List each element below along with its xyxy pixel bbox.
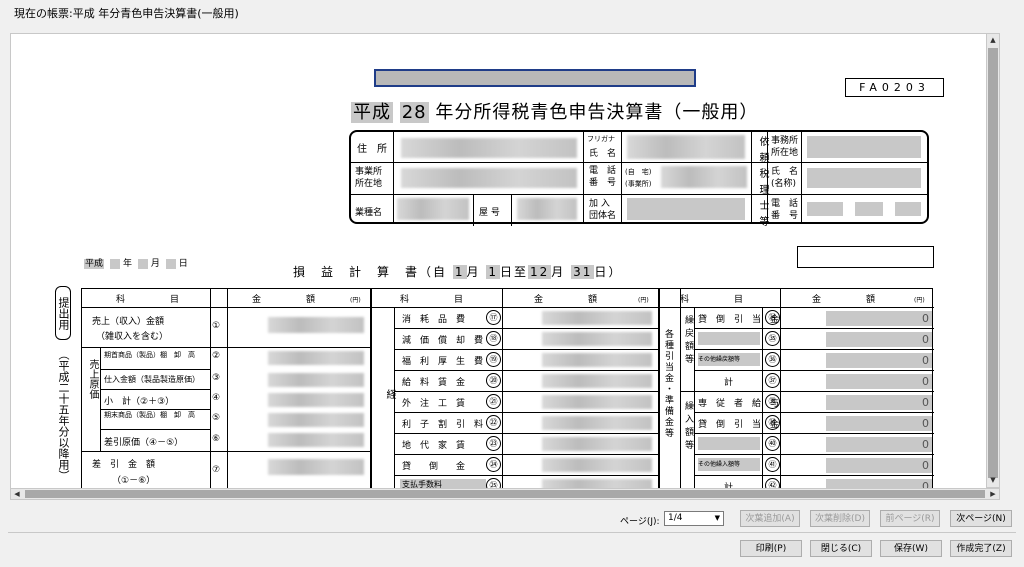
ta-phone-label: 電 話 番 号 bbox=[771, 199, 799, 221]
print-button[interactable]: 印刷(P) bbox=[740, 540, 802, 557]
cost-of-sales[interactable] bbox=[268, 433, 364, 447]
opening-inventory[interactable] bbox=[268, 351, 364, 365]
name-value[interactable] bbox=[627, 135, 745, 159]
header-amount-1: 金 額 bbox=[252, 295, 316, 305]
empty-box[interactable] bbox=[797, 246, 934, 268]
scroll-down-icon[interactable]: ▼ bbox=[987, 474, 999, 487]
row-1-sub: （雑収入を含む） bbox=[96, 332, 169, 342]
reserves-group: 各種引当金・準備金等 bbox=[663, 329, 673, 439]
title-text: 年分所得税青色申告決算書（一般用） bbox=[435, 102, 759, 123]
top-input-field[interactable] bbox=[374, 69, 696, 87]
vertical-scroll-thumb[interactable] bbox=[988, 48, 998, 478]
finish-button[interactable]: 作成完了(Z) bbox=[950, 540, 1012, 557]
ta-name-value[interactable] bbox=[807, 168, 921, 188]
footer-bar: ページ(J): 1/4 ▼ 次葉追加(A) 次葉削除(D) 前ページ(R) 次ペ… bbox=[0, 500, 1024, 567]
ta-office-label: 事務所 所在地 bbox=[771, 136, 799, 158]
title-era[interactable]: 平成 bbox=[351, 102, 393, 123]
shop-name-value[interactable] bbox=[517, 198, 577, 220]
delete-page-button[interactable]: 次葉削除(D) bbox=[810, 510, 870, 527]
form-viewport[interactable]: FA0203 平成 28 年分所得税青色申告決算書（一般用） 住 所 事業所 所… bbox=[10, 33, 988, 490]
phone-label: 電 話 番 号 bbox=[589, 166, 617, 188]
taxpayer-info-box: 住 所 事業所 所在地 業種名 屋 号 フリガナ 氏 名 電 話 番 号 (自 … bbox=[349, 130, 929, 232]
phone-value[interactable] bbox=[661, 166, 747, 188]
address-value[interactable] bbox=[401, 138, 577, 158]
horizontal-scrollbar[interactable]: ◀ ▶ bbox=[10, 488, 1000, 500]
subtotal[interactable] bbox=[268, 393, 364, 407]
office-address-value[interactable] bbox=[401, 168, 577, 188]
scroll-right-icon[interactable]: ▶ bbox=[987, 489, 999, 499]
gross-profit[interactable] bbox=[268, 459, 364, 475]
shop-name-label: 屋 号 bbox=[479, 208, 500, 218]
header-amount-2: 金 額 bbox=[534, 295, 598, 305]
filing-date: 平成年 月 日 bbox=[84, 258, 188, 269]
page-label: ページ(J): bbox=[620, 517, 660, 527]
next-page-button[interactable]: 次ページ(N) bbox=[950, 510, 1012, 527]
header-item-3: 科 目 bbox=[680, 295, 744, 305]
row-1-label: 売上（収入）金額 bbox=[92, 317, 165, 327]
scroll-up-icon[interactable]: ▲ bbox=[987, 34, 999, 47]
form-title: 平成 28 年分所得税青色申告決算書（一般用） bbox=[351, 98, 758, 124]
tax-accountant-label: 依頼税理士等 bbox=[757, 136, 768, 232]
title-year[interactable]: 28 bbox=[399, 102, 429, 123]
page-select[interactable]: 1/4 ▼ bbox=[664, 511, 724, 526]
association-label: 加 入 団体名 bbox=[589, 199, 617, 221]
vertical-scrollbar[interactable]: ▲ ▼ bbox=[986, 33, 1000, 488]
horizontal-scroll-thumb[interactable] bbox=[25, 490, 985, 498]
save-button[interactable]: 保存(W) bbox=[880, 540, 942, 557]
scroll-left-icon[interactable]: ◀ bbox=[11, 489, 23, 499]
prev-page-button[interactable]: 前ページ(R) bbox=[880, 510, 940, 527]
ta-phone-2[interactable] bbox=[855, 202, 883, 216]
ta-name-label: 氏 名 (名称) bbox=[771, 167, 799, 189]
association-value[interactable] bbox=[627, 198, 745, 220]
business-type-value[interactable] bbox=[397, 198, 469, 220]
pl-table: 科 目 金 額 (円) 科 目 金 額 (円) 科 目 金 額 (円) 売上原価… bbox=[81, 288, 934, 489]
furigana-label: フリガナ bbox=[587, 135, 615, 143]
form-code: FA0203 bbox=[845, 78, 944, 97]
header-amount-3: 金 額 bbox=[812, 295, 876, 305]
chevron-down-icon: ▼ bbox=[714, 514, 720, 522]
home-phone-label: (自 宅) bbox=[625, 168, 652, 176]
purchases[interactable] bbox=[268, 373, 364, 387]
close-button[interactable]: 閉じる(C) bbox=[810, 540, 872, 557]
office-phone-label: (事業所) bbox=[625, 180, 652, 188]
business-type-label: 業種名 bbox=[355, 208, 383, 218]
window-title: 現在の帳票:平成 年分青色申告決算書(一般用) bbox=[14, 7, 239, 20]
address-label: 住 所 bbox=[357, 144, 387, 155]
header-item-2: 科 目 bbox=[400, 295, 464, 305]
ta-office-value[interactable] bbox=[807, 136, 921, 158]
name-label: 氏 名 bbox=[589, 149, 617, 159]
cost-of-sales-group: 売上原価 bbox=[87, 359, 98, 399]
header-item-1: 科 目 bbox=[116, 295, 180, 305]
version-note: （平成二十五年分以降用） bbox=[57, 349, 70, 481]
submit-copy-label: 提出用 bbox=[55, 286, 71, 340]
add-page-button[interactable]: 次葉追加(A) bbox=[740, 510, 800, 527]
sales-amount[interactable] bbox=[268, 317, 364, 333]
ta-phone-3[interactable] bbox=[895, 202, 921, 216]
pl-title: 損 益 計 算 書（自 1月 1 日至 12 月 31 日） bbox=[293, 265, 623, 279]
closing-inventory[interactable] bbox=[268, 413, 364, 427]
ta-phone-1[interactable] bbox=[807, 202, 843, 216]
office-address-label: 事業所 所在地 bbox=[355, 167, 383, 189]
